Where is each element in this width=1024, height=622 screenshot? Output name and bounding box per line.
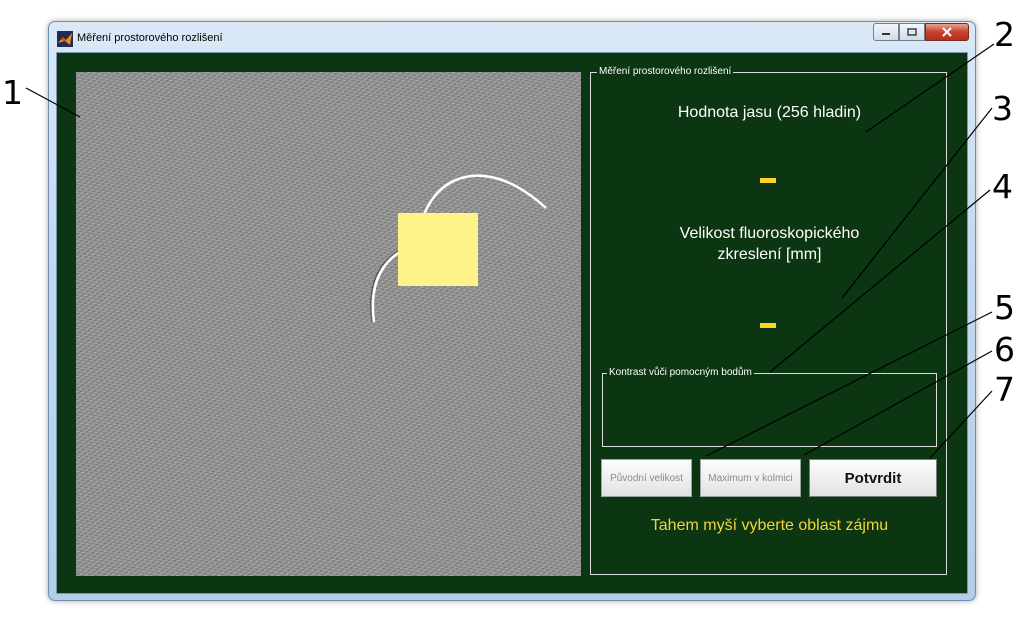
callout-4: 4 [992, 167, 1013, 206]
callout-3: 3 [992, 89, 1013, 128]
callout-5: 5 [994, 288, 1015, 327]
callout-lines [25, 43, 995, 459]
callout-6: 6 [994, 330, 1015, 369]
callout-7: 7 [994, 370, 1015, 409]
callout-1: 1 [2, 73, 23, 112]
callout-2: 2 [994, 15, 1015, 54]
